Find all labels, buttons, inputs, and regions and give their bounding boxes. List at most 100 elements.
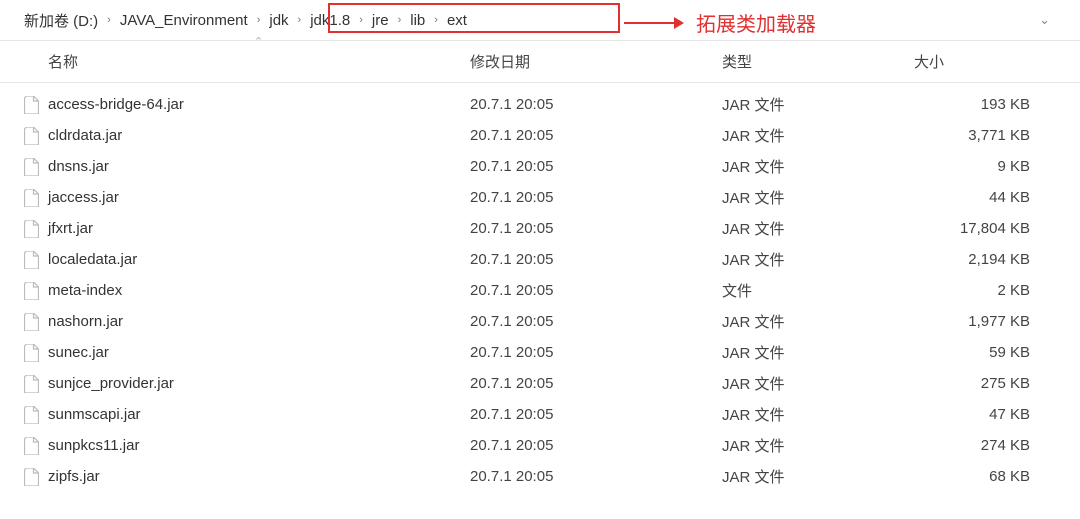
file-date: 20.7.1 20:05 [470,189,722,206]
file-type: JAR 文件 [722,311,914,332]
breadcrumb-segment[interactable]: ext [443,10,471,31]
file-size: 2,194 KB [914,251,1044,268]
file-icon [24,313,46,331]
chevron-right-icon: › [431,14,441,26]
file-icon [24,344,46,362]
file-date: 20.7.1 20:05 [470,251,722,268]
file-date: 20.7.1 20:05 [470,437,722,454]
file-type: JAR 文件 [722,156,914,177]
file-row[interactable]: localedata.jar 20.7.1 20:05JAR 文件2,194 KB [0,244,1080,275]
file-type: JAR 文件 [722,404,914,425]
file-row[interactable]: meta-index 20.7.1 20:05文件2 KB [0,275,1080,306]
chevron-right-icon: › [356,14,366,26]
chevron-right-icon: › [395,14,405,26]
column-header-size[interactable]: 大小 [914,51,1044,72]
file-row[interactable]: zipfs.jar20.7.1 20:05JAR 文件68 KB [0,461,1080,492]
file-type: JAR 文件 [722,94,914,115]
file-size: 44 KB [914,189,1044,206]
file-name: nashorn.jar [48,313,123,330]
file-type: JAR 文件 [722,342,914,363]
breadcrumb-segment[interactable]: 新加卷 (D:) [20,8,102,33]
file-name: sunjce_provider.jar [48,375,174,392]
file-icon [24,96,46,114]
file-name: sunec.jar [48,344,109,361]
file-row[interactable]: jaccess.jar 20.7.1 20:05JAR 文件44 KB [0,182,1080,213]
file-name: sunpkcs11.jar [48,437,139,454]
file-size: 3,771 KB [914,127,1044,144]
file-name: meta-index [48,282,122,299]
column-header-name[interactable]: 名称 [48,51,470,72]
file-type: 文件 [722,280,914,301]
file-icon [24,375,46,393]
file-row[interactable]: cldrdata.jar 20.7.1 20:05JAR 文件3,771 KB [0,120,1080,151]
file-type: JAR 文件 [722,466,914,487]
breadcrumb-segment[interactable]: jre [368,10,393,31]
file-name: dnsns.jar [48,158,109,175]
column-headers: ⌃ 名称 修改日期 类型 大小 [0,41,1080,83]
file-size: 193 KB [914,96,1044,113]
file-date: 20.7.1 20:05 [470,344,722,361]
file-row[interactable]: sunjce_provider.jar 20.7.1 20:05JAR 文件275… [0,368,1080,399]
file-name: sunmscapi.jar [48,406,141,423]
file-row[interactable]: dnsns.jar20.7.1 20:05JAR 文件9 KB [0,151,1080,182]
file-name: jaccess.jar [48,189,119,206]
annotation-arrow: 拓展类加载器 [624,8,816,37]
file-name: zipfs.jar [48,468,100,485]
chevron-down-icon[interactable]: ⌄ [1035,12,1064,28]
file-date: 20.7.1 20:05 [470,406,722,423]
breadcrumb-segment[interactable]: jdk1.8 [306,10,354,31]
file-name: access-bridge-64.jar [48,96,184,113]
file-name: jfxrt.jar [48,220,93,237]
file-type: JAR 文件 [722,187,914,208]
file-size: 59 KB [914,344,1044,361]
file-type: JAR 文件 [722,435,914,456]
file-size: 47 KB [914,406,1044,423]
file-type: JAR 文件 [722,373,914,394]
file-date: 20.7.1 20:05 [470,282,722,299]
chevron-right-icon: › [104,14,114,26]
address-bar[interactable]: 新加卷 (D:) › JAVA_Environment › jdk › jdk1… [0,0,1080,38]
file-icon [24,127,46,145]
sort-indicator-icon: ⌃ [254,35,263,48]
breadcrumb-segment[interactable]: jdk [265,10,292,31]
file-icon [24,251,46,269]
file-list: access-bridge-64.jar20.7.1 20:05JAR 文件19… [0,83,1080,492]
file-size: 1,977 KB [914,313,1044,330]
file-icon [24,468,46,486]
file-icon [24,158,46,176]
file-icon [24,406,46,424]
file-date: 20.7.1 20:05 [470,468,722,485]
file-row[interactable]: sunmscapi.jar 20.7.1 20:05JAR 文件47 KB [0,399,1080,430]
file-type: JAR 文件 [722,249,914,270]
file-date: 20.7.1 20:05 [470,220,722,237]
file-icon [24,282,46,300]
breadcrumb-segment[interactable]: JAVA_Environment [116,10,252,31]
column-header-date[interactable]: 修改日期 [470,51,722,72]
file-row[interactable]: access-bridge-64.jar 20.7.1 20:05JAR 文件19… [0,89,1080,120]
file-date: 20.7.1 20:05 [470,96,722,113]
file-icon [24,437,46,455]
annotation-label: 拓展类加载器 [696,8,816,37]
file-type: JAR 文件 [722,218,914,239]
file-row[interactable]: sunpkcs11.jar 20.7.1 20:05JAR 文件274 KB [0,430,1080,461]
file-type: JAR 文件 [722,125,914,146]
file-size: 274 KB [914,437,1044,454]
file-date: 20.7.1 20:05 [470,375,722,392]
file-row[interactable]: nashorn.jar 20.7.1 20:05JAR 文件1,977 KB [0,306,1080,337]
file-date: 20.7.1 20:05 [470,127,722,144]
column-header-type[interactable]: 类型 [722,51,914,72]
file-row[interactable]: jfxrt.jar 20.7.1 20:05JAR 文件17,804 KB [0,213,1080,244]
file-size: 2 KB [914,282,1044,299]
file-size: 275 KB [914,375,1044,392]
file-name: localedata.jar [48,251,137,268]
file-name: cldrdata.jar [48,127,122,144]
file-icon [24,189,46,207]
breadcrumb-segment[interactable]: lib [406,10,429,31]
chevron-right-icon: › [254,14,264,26]
breadcrumb: 新加卷 (D:) › JAVA_Environment › jdk › jdk1… [20,8,1035,33]
file-date: 20.7.1 20:05 [470,313,722,330]
file-date: 20.7.1 20:05 [470,158,722,175]
file-row[interactable]: sunec.jar 20.7.1 20:05JAR 文件59 KB [0,337,1080,368]
file-size: 17,804 KB [914,220,1044,237]
file-icon [24,220,46,238]
